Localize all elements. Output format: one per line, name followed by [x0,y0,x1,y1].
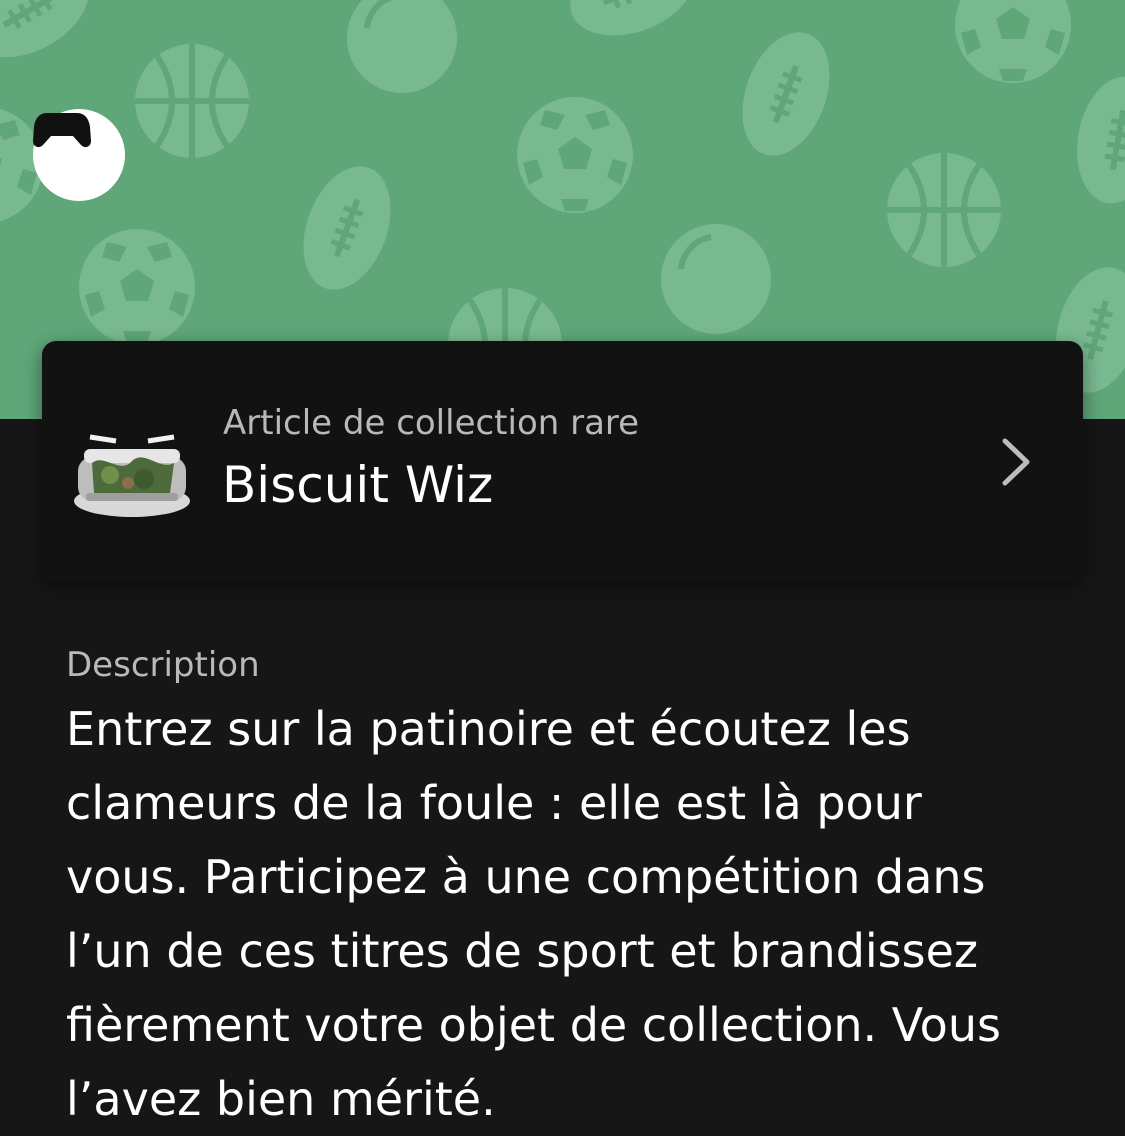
collectible-card[interactable]: Article de collection rare Biscuit Wiz [42,341,1083,581]
collectible-rarity: Article de collection rare [223,403,640,443]
collectible-name: Biscuit Wiz [222,456,494,514]
hockey-rink-trophy-icon [74,434,190,517]
description-label: Description [66,645,260,685]
game-badge[interactable] [33,109,125,201]
description-text: Entrez sur la patinoire et écoutez les c… [66,702,1001,1126]
chevron-right-icon [1002,438,1030,486]
gamepad-icon [33,113,91,148]
